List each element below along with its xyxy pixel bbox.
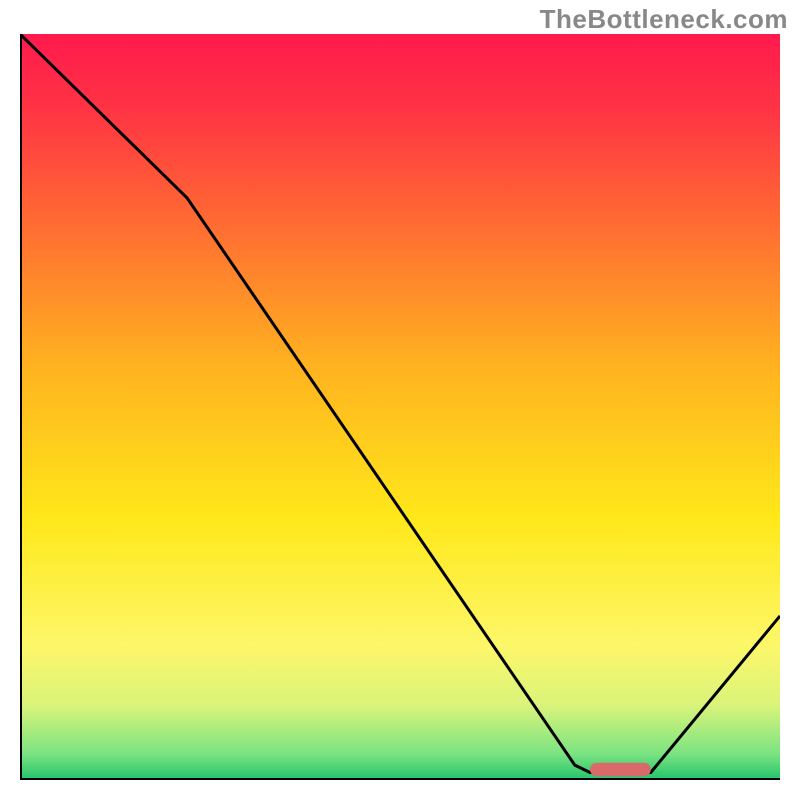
watermark-text: TheBottleneck.com xyxy=(540,4,788,35)
chart-svg xyxy=(20,34,780,780)
bottleneck-chart xyxy=(20,34,780,780)
optimal-range-marker xyxy=(590,763,651,776)
